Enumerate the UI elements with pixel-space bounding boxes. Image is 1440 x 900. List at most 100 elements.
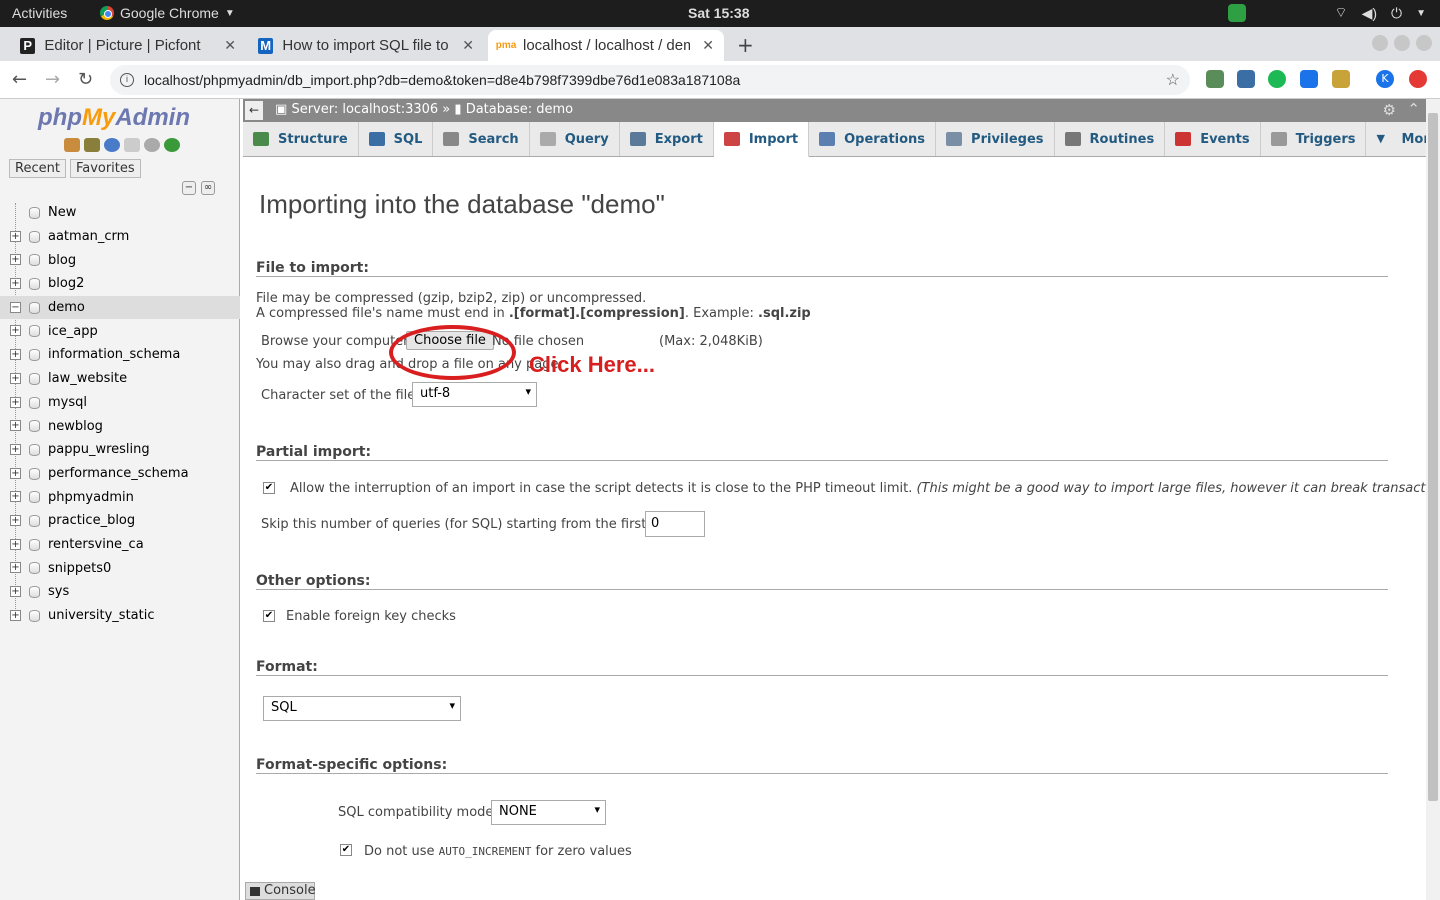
collapse-icon[interactable]: ⌃ (1407, 100, 1420, 118)
expand-icon[interactable]: + (10, 586, 21, 597)
expand-icon[interactable]: + (10, 467, 21, 479)
charset-select[interactable]: utf-8 (412, 382, 537, 407)
expand-icon[interactable]: + (10, 491, 21, 503)
favorites-tab[interactable]: Favorites (69, 159, 141, 178)
logout-icon[interactable] (84, 138, 100, 152)
tree-item-phpmyadmin[interactable]: + phpmyadmin (0, 485, 240, 509)
minimize-icon[interactable] (1372, 35, 1388, 51)
bookmark-star-icon[interactable]: ☆ (1166, 70, 1180, 90)
tree-item-label[interactable]: blog2 (48, 276, 84, 291)
expand-icon[interactable]: + (10, 372, 21, 384)
tree-item-label[interactable]: practice_blog (48, 513, 135, 528)
fk-checks-checkbox[interactable]: ✔ (263, 610, 275, 622)
tree-item-label[interactable]: New (48, 205, 76, 220)
chevron-down-icon[interactable]: ▼ (1416, 8, 1426, 19)
extension-icon[interactable] (1268, 70, 1286, 88)
format-select[interactable]: SQL (263, 696, 461, 721)
back-icon[interactable]: ← (12, 69, 27, 90)
extension-icon[interactable] (1332, 70, 1350, 88)
info-icon[interactable]: i (120, 73, 134, 87)
url-text[interactable]: localhost/phpmyadmin/db_import.php?db=de… (144, 72, 740, 88)
compat-select[interactable]: NONE (491, 800, 606, 825)
tree-item-practice-blog[interactable]: + practice_blog (0, 509, 240, 533)
console-button[interactable]: Console (245, 882, 316, 900)
reload-icon[interactable] (164, 138, 180, 152)
docs-icon[interactable] (124, 138, 140, 152)
tab-medium[interactable]: M How to import SQL file to ✕ (248, 30, 484, 61)
expand-icon[interactable]: + (10, 420, 21, 432)
tab-search[interactable]: Search (433, 122, 530, 156)
tree-item-label[interactable]: university_static (48, 608, 155, 623)
clock[interactable]: Sat 15:38 (688, 5, 749, 21)
tree-item-label[interactable]: newblog (48, 419, 103, 434)
tree-item-rentersvine-ca[interactable]: + rentersvine_ca (0, 533, 240, 557)
volume-icon[interactable]: ◀) (1362, 5, 1377, 22)
tree-item-label[interactable]: law_website (48, 371, 127, 386)
tree-item-snippets0[interactable]: + snippets0 (0, 556, 240, 580)
tree-item-label[interactable]: demo (48, 300, 85, 315)
tree-item-newblog[interactable]: + newblog (0, 414, 240, 438)
tab-events[interactable]: Events (1165, 122, 1261, 156)
tree-item-label[interactable]: sys (48, 584, 69, 599)
expand-icon[interactable]: + (10, 538, 21, 550)
expand-icon[interactable]: + (10, 254, 21, 266)
scrollbar-thumb[interactable] (1428, 113, 1438, 801)
tree-item-label[interactable]: ice_app (48, 324, 98, 339)
extension-icon[interactable] (1237, 70, 1255, 88)
update-icon[interactable] (1228, 4, 1247, 22)
page-scrollbar[interactable] (1426, 99, 1440, 900)
tree-item-label[interactable]: aatman_crm (48, 229, 129, 244)
tree-item-information-schema[interactable]: + information_schema (0, 343, 240, 367)
activities-button[interactable]: Activities (12, 5, 67, 21)
tree-item-label[interactable]: blog (48, 253, 76, 268)
expand-icon[interactable]: + (10, 443, 21, 455)
tree-item-blog2[interactable]: + blog2 (0, 272, 240, 296)
tree-item-law-website[interactable]: + law_website (0, 367, 240, 391)
tree-item-label[interactable]: mysql (48, 395, 87, 410)
expand-icon[interactable]: + (10, 514, 21, 526)
expand-icon[interactable]: + (10, 278, 21, 290)
tree-item-aatman-crm[interactable]: + aatman_crm (0, 225, 240, 249)
tree-item-label[interactable]: performance_schema (48, 466, 189, 481)
tree-item-label[interactable]: pappu_wresling (48, 442, 150, 457)
tab-export[interactable]: Export (620, 122, 714, 156)
address-bar[interactable]: i localhost/phpmyadmin/db_import.php?db=… (110, 65, 1190, 95)
skip-queries-input[interactable]: 0 (645, 511, 705, 537)
gear-icon[interactable]: ⚙ (1383, 101, 1396, 119)
recent-tab[interactable]: Recent (9, 159, 66, 178)
gear-icon[interactable] (144, 138, 160, 152)
window-controls[interactable] (1372, 35, 1432, 51)
forward-icon[interactable]: → (45, 69, 60, 90)
tab-phpmyadmin[interactable]: pma localhost / localhost / demo ✕ (488, 30, 724, 61)
collapse-all-icon[interactable]: − (182, 181, 196, 195)
expand-icon[interactable]: + (10, 609, 21, 621)
tab-picfont[interactable]: P Editor | Picture | Picfont ✕ (10, 30, 246, 61)
power-icon[interactable]: ⏻ (1391, 5, 1402, 22)
extension-icon[interactable] (1409, 70, 1427, 88)
wifi-icon[interactable]: ⌔ (1334, 4, 1347, 22)
extension-icon[interactable] (1206, 70, 1224, 88)
collapse-icon[interactable]: − (10, 301, 21, 313)
tree-item-label[interactable]: phpmyadmin (48, 490, 134, 505)
tree-item-ice-app[interactable]: + ice_app (0, 319, 240, 343)
tree-item-blog[interactable]: + blog (0, 248, 240, 272)
reload-icon[interactable]: ↻ (78, 69, 93, 90)
phpmyadmin-logo[interactable]: phpMyAdmin (38, 104, 190, 132)
tree-item-sys[interactable]: + sys (0, 580, 240, 604)
extension-icon[interactable] (1300, 70, 1318, 88)
home-icon[interactable] (64, 138, 80, 152)
tree-item-label[interactable]: snippets0 (48, 561, 111, 576)
tree-item-label[interactable]: rentersvine_ca (48, 537, 144, 552)
profile-avatar[interactable]: K (1376, 70, 1394, 88)
expand-icon[interactable]: + (10, 230, 21, 242)
expand-icon[interactable]: + (10, 349, 21, 361)
tree-item-pappu-wresling[interactable]: + pappu_wresling (0, 438, 240, 462)
tree-item-demo[interactable]: − demo (0, 295, 240, 320)
tab-triggers[interactable]: Triggers (1261, 122, 1367, 156)
new-tab-button[interactable]: + (737, 33, 754, 57)
breadcrumb-server[interactable]: Server: localhost:3306 » (291, 102, 450, 117)
tree-item-performance-schema[interactable]: + performance_schema (0, 462, 240, 486)
tab-privileges[interactable]: Privileges (936, 122, 1055, 156)
close-window-icon[interactable] (1416, 35, 1432, 51)
expand-icon[interactable]: + (10, 396, 21, 408)
